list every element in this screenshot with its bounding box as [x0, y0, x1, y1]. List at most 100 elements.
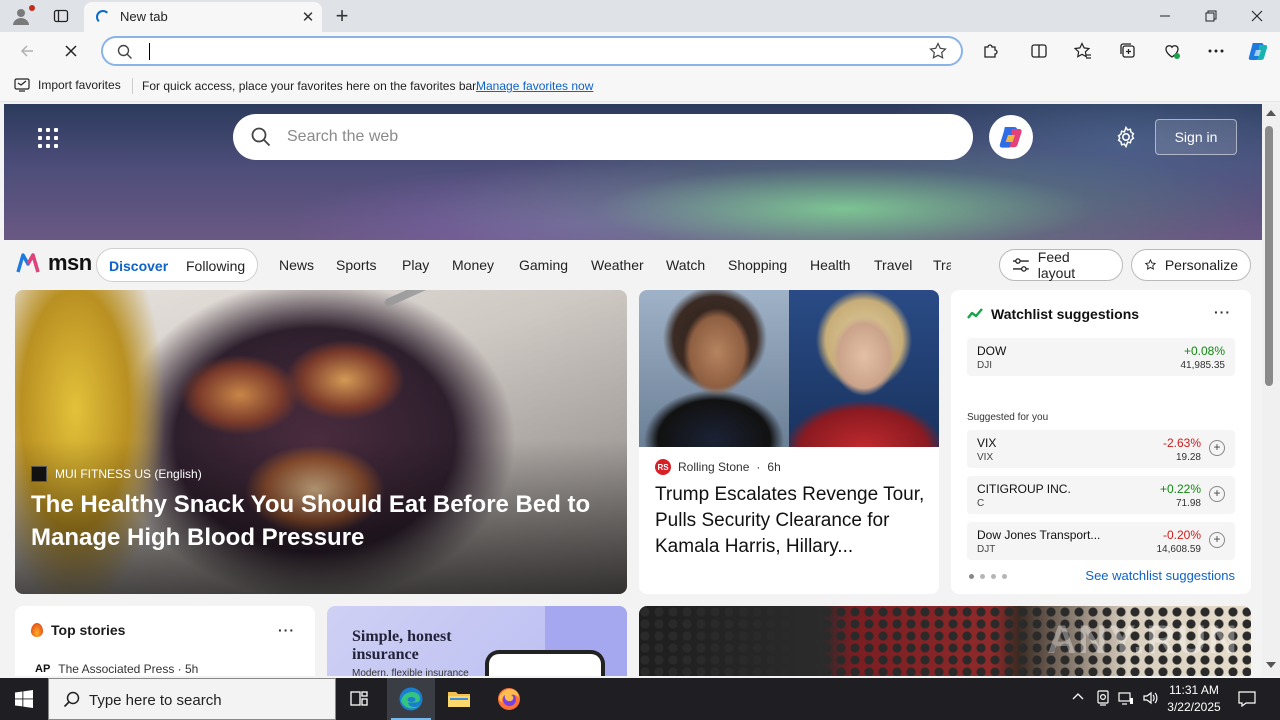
browser-essentials-button[interactable] [1157, 37, 1187, 65]
ap-logo: AP [35, 663, 51, 675]
story-headline[interactable]: Trump Escalates Revenge Tour, Pulls Secu… [655, 482, 927, 560]
tab-following[interactable]: Following [186, 258, 245, 274]
taskbar-search-placeholder: Type here to search [89, 692, 222, 709]
nav-travel[interactable]: Travel [874, 257, 912, 273]
see-watchlist-link[interactable]: See watchlist suggestions [1085, 568, 1235, 583]
tab-new-tab[interactable]: New tab ✕ [84, 2, 322, 32]
nav-money[interactable]: Money [452, 257, 494, 273]
search-icon [251, 127, 271, 147]
carousel-dots [969, 574, 1007, 579]
new-tab-button[interactable]: + [330, 3, 354, 28]
watchlist-more-button[interactable]: ··· [1214, 304, 1231, 320]
flame-icon [31, 623, 43, 637]
tab-discover[interactable]: Discover [109, 258, 168, 274]
puzzle-icon [984, 44, 998, 58]
restore-button[interactable] [1188, 0, 1234, 32]
personalize-button[interactable]: Personalize [1131, 249, 1251, 281]
start-button[interactable] [0, 678, 48, 720]
extensions-button[interactable] [976, 37, 1006, 65]
nav-traffic[interactable]: Tra [933, 257, 951, 273]
page-settings-button[interactable] [1113, 124, 1139, 150]
manage-favorites-link[interactable]: Manage favorites now [476, 79, 593, 93]
nav-gaming[interactable]: Gaming [519, 257, 568, 273]
page-scrollbar[interactable] [1262, 104, 1280, 676]
scroll-down-arrow-icon[interactable] [1266, 662, 1276, 668]
taskbar-clock[interactable]: 11:31 AM 3/22/2025 [1156, 682, 1232, 716]
carousel-dot[interactable] [1002, 574, 1007, 579]
nav-weather[interactable]: Weather [591, 257, 644, 273]
publisher-logo [31, 466, 47, 482]
notification-center-button[interactable] [1234, 686, 1260, 712]
add-to-watchlist-button[interactable]: + [1209, 440, 1225, 456]
favorite-star-button[interactable] [929, 42, 947, 65]
profile-icon [13, 9, 29, 25]
import-icon [14, 78, 30, 92]
sign-in-button[interactable]: Sign in [1155, 119, 1237, 155]
copilot-search-button[interactable] [989, 115, 1033, 159]
news-story-card[interactable]: RS Rolling Stone · 6h Trump Escalates Re… [639, 290, 939, 594]
add-to-watchlist-button[interactable]: + [1209, 532, 1225, 548]
stop-icon [65, 45, 77, 57]
scrollbar-thumb[interactable] [1265, 126, 1273, 386]
import-favorites-button[interactable]: Import favorites [14, 78, 121, 92]
close-window-button[interactable] [1234, 0, 1280, 32]
web-search-box[interactable] [233, 114, 973, 160]
address-bar[interactable] [101, 36, 963, 66]
quote-citigroup[interactable]: CITIGROUP INC. C +0.22% 71.98 + [967, 476, 1235, 514]
taskbar-firefox-button[interactable] [485, 678, 533, 720]
stop-loading-button[interactable] [56, 37, 86, 65]
favorites-button[interactable] [1068, 37, 1098, 65]
quote-price: 19.28 [1175, 452, 1201, 463]
app-launcher-button[interactable] [38, 128, 58, 148]
top-stories-header: Top stories [31, 622, 125, 638]
quote-ticker: C [977, 498, 985, 509]
ad-phone-image [485, 650, 605, 676]
personalize-label: Personalize [1164, 257, 1238, 273]
feed-layout-button[interactable]: Feed layout [999, 249, 1123, 281]
taskbar-edge-button[interactable] [387, 678, 435, 720]
taskbar-search-box[interactable]: Type here to search [48, 678, 336, 720]
carousel-dot[interactable] [969, 574, 974, 579]
show-hidden-icons-button[interactable] [1072, 690, 1084, 708]
quote-vix[interactable]: VIX VIX -2.63% 19.28 + [967, 430, 1235, 468]
meet-now-tray-icon[interactable] [1096, 690, 1110, 711]
task-view-button[interactable] [336, 678, 384, 720]
grid-dot-icon [38, 136, 42, 140]
msn-logo[interactable]: msn [16, 250, 92, 276]
carousel-dot[interactable] [991, 574, 996, 579]
nav-play[interactable]: Play [402, 257, 429, 273]
carousel-dot[interactable] [980, 574, 985, 579]
add-to-watchlist-button[interactable]: + [1209, 486, 1225, 502]
quote-dow[interactable]: DOW DJI +0.08% 41,985.35 [967, 338, 1235, 376]
nav-sports[interactable]: Sports [336, 257, 376, 273]
featured-story-card[interactable]: MUI FITNESS US (English) The Healthy Sna… [15, 290, 627, 594]
quote-ticker: VIX [977, 452, 994, 463]
tab-close-button[interactable]: ✕ [298, 7, 318, 27]
nav-watch[interactable]: Watch [666, 257, 705, 273]
minimize-button[interactable] [1142, 0, 1188, 32]
nav-news[interactable]: News [279, 257, 314, 273]
device-icon [1097, 690, 1109, 706]
quote-name: CITIGROUP INC. [977, 482, 1071, 496]
back-button[interactable] [12, 37, 42, 65]
split-screen-button[interactable] [1024, 37, 1054, 65]
web-search-input[interactable] [287, 126, 927, 148]
beans-story-card[interactable]: ANY.RUN [639, 606, 1251, 676]
quote-dow-transport[interactable]: Dow Jones Transport... DJT -0.20% 14,608… [967, 522, 1235, 560]
network-tray-icon[interactable] [1118, 690, 1134, 711]
story-source: RS Rolling Stone · 6h [655, 459, 781, 475]
top-stories-more-button[interactable]: ··· [278, 622, 295, 638]
copilot-button[interactable] [1243, 37, 1273, 65]
tab-actions-button[interactable] [48, 4, 74, 28]
story-headline[interactable]: The Healthy Snack You Should Eat Before … [31, 488, 601, 554]
insurance-ad-card[interactable]: Simple, honest insurance Modern, flexibl… [327, 606, 627, 676]
collections-button[interactable] [1113, 37, 1143, 65]
msn-butterfly-icon [16, 253, 40, 273]
taskbar-file-explorer-button[interactable] [435, 678, 483, 720]
nav-shopping[interactable]: Shopping [728, 257, 787, 273]
settings-and-more-button[interactable] [1201, 37, 1231, 65]
nav-health[interactable]: Health [810, 257, 850, 273]
heart-pulse-icon [1165, 45, 1180, 59]
scroll-up-arrow-icon[interactable] [1266, 110, 1276, 116]
plus-icon: + [335, 3, 349, 28]
